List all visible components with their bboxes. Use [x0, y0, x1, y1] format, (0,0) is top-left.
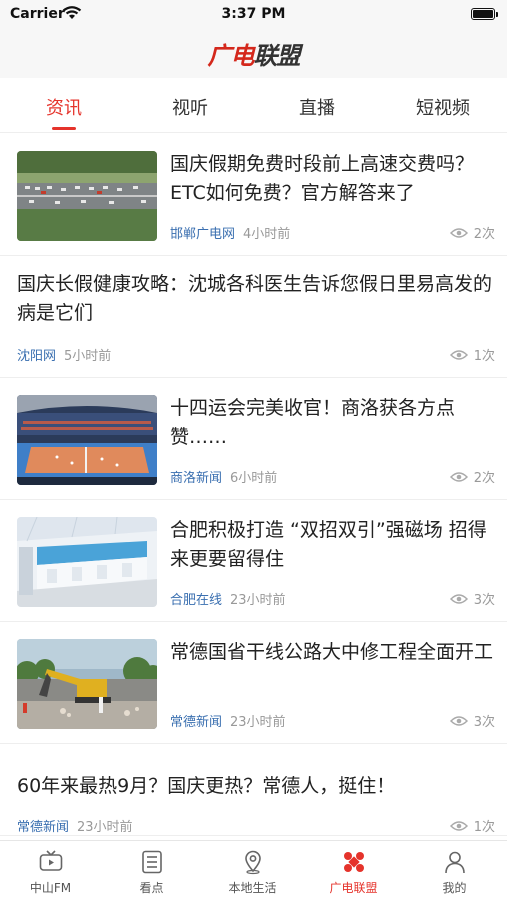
- news-source[interactable]: 商洛新闻: [170, 471, 222, 486]
- tv-icon: [39, 850, 62, 871]
- view-count: 2次: [449, 223, 495, 242]
- app-header: 广电联盟: [0, 30, 507, 78]
- union-icon: [343, 852, 364, 872]
- news-source[interactable]: 合肥在线: [170, 593, 222, 608]
- news-time: 4小时前: [243, 227, 291, 242]
- tab-active-indicator: [52, 127, 76, 130]
- news-title: 国庆长假健康攻略：沈城各科医生告诉您假日里易高发的病是它们: [17, 273, 493, 324]
- view-count: 1次: [449, 345, 495, 364]
- status-bar: Carrier 3:37 PM: [0, 0, 507, 30]
- tabbar-item-zhongshan-fm[interactable]: 中山FM: [0, 849, 101, 896]
- tabbar-item-broadcast-union[interactable]: 广电联盟: [303, 849, 404, 896]
- tab-live[interactable]: 直播: [257, 94, 377, 120]
- news-source[interactable]: 常德新闻: [170, 715, 222, 730]
- news-list: 国庆假期免费时段前上高速交费吗？ETC如何免费？官方解答来了 邯郸广电网 4小时前…: [0, 134, 507, 836]
- news-title: 常德国省干线公路大中修工程全面开工: [170, 641, 494, 663]
- news-meta: 常德新闻 23小时前 1次: [17, 816, 495, 836]
- news-title: 合肥积极打造 “双招双引”强磁场 招得来更要留得住: [170, 519, 487, 570]
- eye-icon: [449, 471, 468, 482]
- news-item[interactable]: 常德国省干线公路大中修工程全面开工 常德新闻 23小时前 3次: [0, 622, 507, 744]
- eye-icon: [449, 227, 468, 238]
- highway-image: [17, 151, 157, 241]
- news-item[interactable]: 国庆假期免费时段前上高速交费吗？ETC如何免费？官方解答来了 邯郸广电网 4小时前…: [0, 134, 507, 256]
- tab-audio-video[interactable]: 视听: [130, 94, 250, 120]
- news-time: 23小时前: [77, 820, 133, 835]
- stadium-image: [17, 395, 157, 485]
- tabbar-item-highlights[interactable]: 看点: [101, 849, 202, 896]
- eye-icon: [449, 715, 468, 726]
- news-time: 23小时前: [230, 593, 286, 608]
- news-source[interactable]: 沈阳网: [17, 349, 56, 364]
- news-meta: 商洛新闻 6小时前 2次: [170, 467, 495, 487]
- battery-icon: [471, 8, 498, 20]
- view-count: 3次: [449, 589, 495, 608]
- news-item[interactable]: 60年来最热9月？国庆更热？常德人，挺住！ 常德新闻 23小时前 1次: [0, 744, 507, 836]
- view-count: 3次: [449, 711, 495, 730]
- list-icon: [141, 850, 162, 874]
- eye-icon: [449, 820, 468, 831]
- news-source[interactable]: 邯郸广电网: [170, 227, 235, 242]
- news-title: 国庆假期免费时段前上高速交费吗？ETC如何免费？官方解答来了: [170, 153, 475, 204]
- view-count: 1次: [449, 816, 495, 835]
- tabbar-item-mine[interactable]: 我的: [404, 849, 505, 896]
- category-tabs: 资讯 视听 直播 短视频: [0, 78, 507, 133]
- tab-news[interactable]: 资讯: [4, 94, 124, 120]
- news-item[interactable]: 合肥积极打造 “双招双引”强磁场 招得来更要留得住 合肥在线 23小时前 3次: [0, 500, 507, 622]
- service-hall-image: [17, 517, 157, 607]
- news-item[interactable]: 十四运会完美收官！商洛获各方点赞…… 商洛新闻 6小时前 2次: [0, 378, 507, 500]
- news-title: 十四运会完美收官！商洛获各方点赞……: [170, 397, 456, 448]
- app-logo: 广电联盟: [207, 42, 301, 70]
- news-time: 23小时前: [230, 715, 286, 730]
- news-meta: 常德新闻 23小时前 3次: [170, 711, 495, 731]
- tabbar-item-local-life[interactable]: 本地生活: [202, 849, 303, 896]
- eye-icon: [449, 349, 468, 360]
- news-meta: 沈阳网 5小时前 1次: [17, 345, 495, 365]
- news-time: 6小时前: [230, 471, 278, 486]
- clock: 3:37 PM: [221, 6, 286, 22]
- road-construction-image: [17, 639, 157, 729]
- news-time: 5小时前: [64, 349, 112, 364]
- news-title: 60年来最热9月？国庆更热？常德人，挺住！: [17, 775, 396, 797]
- bottom-tab-bar: 中山FM 看点 本地生活 广电联盟 我的: [0, 840, 507, 900]
- news-source[interactable]: 常德新闻: [17, 820, 69, 835]
- view-count: 2次: [449, 467, 495, 486]
- eye-icon: [449, 593, 468, 604]
- news-meta: 合肥在线 23小时前 3次: [170, 589, 495, 609]
- news-item[interactable]: 国庆长假健康攻略：沈城各科医生告诉您假日里易高发的病是它们 沈阳网 5小时前 1次: [0, 256, 507, 378]
- news-meta: 邯郸广电网 4小时前 2次: [170, 223, 495, 243]
- tab-short-video[interactable]: 短视频: [383, 94, 503, 120]
- person-icon: [444, 851, 465, 874]
- location-icon: [244, 850, 261, 875]
